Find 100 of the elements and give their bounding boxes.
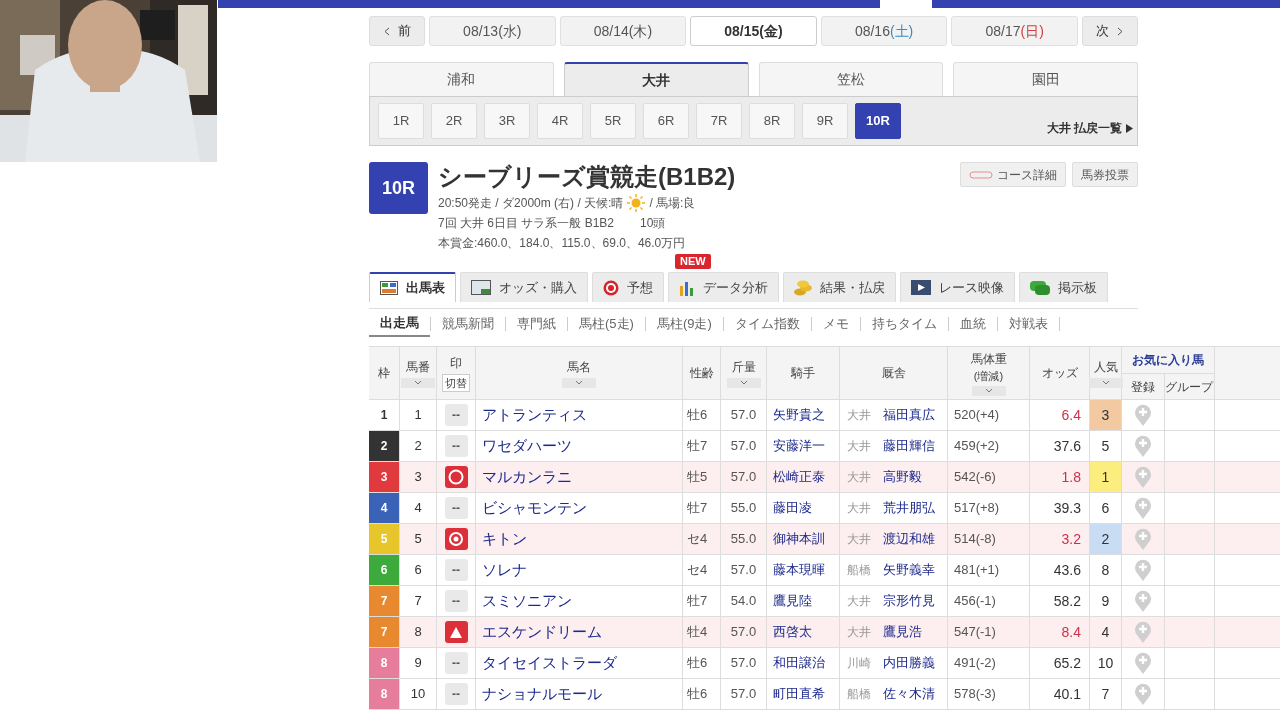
sub-tab[interactable]: 持ちタイム [860,310,948,337]
venue-tab[interactable]: 浦和 [369,62,554,96]
race-number-button[interactable]: 9R [802,103,848,139]
trainer-link[interactable]: 内田勝義 [883,653,935,673]
table-row[interactable]: 7 7 -- スミソニアン 牡7 54.0 鷹見陸 大井 宗形竹見 456(-1) 58.2 9 [369,586,1280,617]
sort-caret-icon[interactable] [1088,378,1123,388]
date-tab[interactable]: 08/17(日) [951,16,1078,46]
mark-button[interactable]: -- [444,404,468,426]
mark-button[interactable] [444,621,468,643]
add-favorite-icon[interactable] [1133,465,1153,489]
jockey-link[interactable]: 藤田凌 [773,498,812,518]
sub-tab[interactable]: 出走馬 [369,310,430,337]
horse-name-link[interactable]: ワセダハーツ [482,434,572,458]
race-action-button[interactable]: コース詳細 [960,162,1066,187]
table-row[interactable]: 8 9 -- タイセイストラーダ 牡6 57.0 和田譲治 川崎 内田勝義 491(-2) 65.2 10 [369,648,1280,679]
add-favorite-icon[interactable] [1133,651,1153,675]
date-tab[interactable]: 08/14(木) [559,16,687,46]
trainer-link[interactable]: 福田真広 [883,405,935,425]
jockey-link[interactable]: 松崎正泰 [773,467,825,487]
horse-name-link[interactable]: ナショナルモール [482,682,602,706]
horse-name-link[interactable]: スミソニアン [482,589,572,613]
sort-caret-icon[interactable] [562,378,596,388]
mark-button[interactable]: -- [444,590,468,612]
race-action-button[interactable]: 馬券投票 [1072,162,1138,187]
table-row[interactable]: 2 2 -- ワセダハーツ 牡7 57.0 安藤洋一 大井 藤田輝信 459(+2) 37.6 5 [369,431,1280,462]
sort-caret-icon[interactable] [726,378,761,388]
main-tab[interactable]: 出馬表 [369,272,456,302]
payout-list-link[interactable]: 大井 払戻一覧 [1046,119,1133,137]
trainer-link[interactable]: 荒井朋弘 [883,498,935,518]
sort-caret-icon[interactable] [401,378,435,388]
table-row[interactable]: 7 8 エスケンドリーム 牡4 57.0 西啓太 大井 鷹見浩 547(-1) 8.4 4 [369,617,1280,648]
add-favorite-icon[interactable] [1133,682,1153,706]
trainer-link[interactable]: 鷹見浩 [883,622,922,642]
date-tab[interactable]: 08/15(金) [690,16,817,46]
add-favorite-icon[interactable] [1133,558,1153,582]
race-number-button[interactable]: 7R [696,103,742,139]
race-number-button[interactable]: 5R [590,103,636,139]
sub-tab[interactable]: 競馬新聞 [431,310,505,337]
table-row[interactable]: 5 5 キトン セ4 55.0 御神本訓 大井 渡辺和雄 514(-8) 3.2 2 [369,524,1280,555]
trainer-link[interactable]: 矢野義幸 [883,560,935,580]
sub-tab[interactable]: 馬柱(9走) [645,310,723,337]
horse-name-link[interactable]: ソレナ [482,558,527,582]
venue-tab[interactable]: 大井 [563,62,749,96]
race-number-button[interactable]: 3R [484,103,530,139]
add-favorite-icon[interactable] [1133,589,1153,613]
sub-tab[interactable]: 馬柱(5走) [568,310,645,337]
jockey-link[interactable]: 矢野貴之 [773,405,825,425]
mark-button[interactable]: -- [444,435,468,457]
table-row[interactable]: 6 6 -- ソレナ セ4 57.0 藤本現暉 船橋 矢野義幸 481(+1) 43.6 8 [369,555,1280,586]
main-tab[interactable]: 予想 [592,272,664,302]
race-number-button[interactable]: 2R [431,103,477,139]
table-row[interactable]: 3 3 マルカンラニ 牡5 57.0 松崎正泰 大井 高野毅 542(-6) 1.8 1 [369,462,1280,493]
horse-name-link[interactable]: アトランティス [482,403,587,427]
race-number-button[interactable]: 6R [643,103,689,139]
add-favorite-icon[interactable] [1133,527,1153,551]
venue-tab[interactable]: 園田 [953,62,1138,96]
mark-button[interactable] [444,528,468,550]
add-favorite-icon[interactable] [1133,403,1153,427]
trainer-link[interactable]: 高野毅 [883,467,922,487]
prev-day-button[interactable]: 前 [369,16,425,46]
next-day-button[interactable]: 次 [1081,16,1138,46]
jockey-link[interactable]: 鷹見陸 [773,591,812,611]
trainer-link[interactable]: 藤田輝信 [883,436,935,456]
sub-tab[interactable]: 専門紙 [506,310,567,337]
date-tab[interactable]: 08/13(水) [429,16,556,46]
trainer-link[interactable]: 渡辺和雄 [883,529,935,549]
horse-name-link[interactable]: マルカンラニ [482,465,572,489]
jockey-link[interactable]: 安藤洋一 [773,436,825,456]
horse-name-link[interactable]: キトン [482,527,527,551]
sub-tab[interactable]: タイム指数 [723,310,811,337]
venue-tab[interactable]: 笠松 [758,62,944,96]
jockey-link[interactable]: 和田譲治 [773,653,825,673]
mark-button[interactable]: -- [444,497,468,519]
mark-button[interactable]: -- [444,559,468,581]
race-number-button[interactable]: 8R [749,103,795,139]
main-tab[interactable]: 結果・払戻 [783,272,896,302]
main-tab[interactable]: 掲示板 [1019,272,1108,302]
sort-caret-icon[interactable] [971,386,1006,397]
jockey-link[interactable]: 御神本訓 [773,529,825,549]
sub-tab[interactable]: メモ [811,310,860,337]
sub-tab[interactable]: 対戦表 [997,310,1059,337]
add-favorite-icon[interactable] [1133,620,1153,644]
table-row[interactable]: 8 10 -- ナショナルモール 牡6 57.0 町田直希 船橋 佐々木清 578(-3) 40.1 7 [369,679,1280,710]
main-tab[interactable]: オッズ・購入 [460,272,588,302]
horse-name-link[interactable]: エスケンドリーム [482,620,602,644]
toggle-button[interactable]: 切替 [442,373,470,393]
add-favorite-icon[interactable] [1133,496,1153,520]
table-row[interactable]: 4 4 -- ビシャモンテン 牡7 55.0 藤田凌 大井 荒井朋弘 517(+8) 39.3 6 [369,493,1280,524]
trainer-link[interactable]: 宗形竹見 [883,591,935,611]
add-favorite-icon[interactable] [1133,434,1153,458]
race-number-button[interactable]: 10R [855,103,901,139]
jockey-link[interactable]: 藤本現暉 [773,560,825,580]
trainer-link[interactable]: 佐々木清 [883,684,935,704]
mark-button[interactable]: -- [444,683,468,705]
jockey-link[interactable]: 西啓太 [773,622,812,642]
mark-button[interactable]: -- [444,652,468,674]
mark-button[interactable] [444,466,468,488]
sub-tab[interactable]: 血統 [948,310,997,337]
jockey-link[interactable]: 町田直希 [773,684,825,704]
race-number-button[interactable]: 4R [537,103,583,139]
